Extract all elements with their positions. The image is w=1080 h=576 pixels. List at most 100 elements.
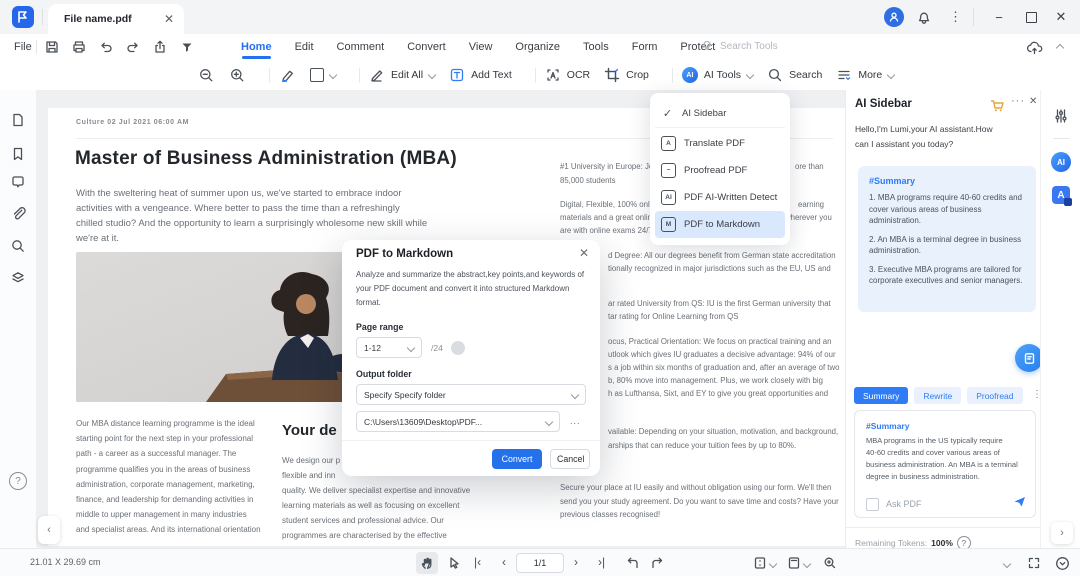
- page-layout-chevron-icon[interactable]: [802, 559, 812, 569]
- folder-path-select[interactable]: C:\Users\13609\Desktop\PDF...: [356, 411, 560, 432]
- ai-tools-button[interactable]: AI AI Tools: [681, 67, 755, 83]
- layers-panel-icon[interactable]: [10, 270, 26, 286]
- dropdown-menu-item[interactable]: AI PDF AI-Written Detect: [655, 184, 785, 211]
- cloud-upload-icon[interactable]: [1026, 40, 1043, 55]
- dialog-description: Analyze and summarize the abstract,key p…: [356, 270, 584, 312]
- scroll-mode-button[interactable]: [752, 555, 768, 571]
- share-icon[interactable]: [152, 39, 168, 55]
- document-tab[interactable]: File name.pdf ✕: [48, 4, 184, 34]
- file-menu[interactable]: File: [14, 41, 32, 53]
- dropdown-menu-item[interactable]: A Translate PDF: [655, 130, 785, 157]
- redo-icon[interactable]: [125, 39, 141, 55]
- dropdown-menu-item[interactable]: ~ Proofread PDF: [655, 157, 785, 184]
- dialog-close-icon[interactable]: ✕: [579, 246, 589, 260]
- ask-pdf-input[interactable]: Ask PDF: [886, 499, 1006, 509]
- menu-item[interactable]: Comment: [336, 37, 386, 57]
- edit-all-button[interactable]: Edit All: [369, 67, 437, 83]
- first-page-button[interactable]: |‹: [474, 555, 481, 569]
- translate-icon[interactable]: A: [1052, 186, 1072, 206]
- dropdown-menu-item[interactable]: M PDF to Markdown: [655, 211, 785, 238]
- search-tools[interactable]: Search Tools: [700, 39, 778, 53]
- rectangle-shape-icon: [310, 68, 324, 82]
- help-icon[interactable]: ?: [9, 472, 27, 490]
- ask-pdf-checkbox[interactable]: [866, 497, 879, 511]
- minimize-button[interactable]: −: [990, 8, 1008, 26]
- maximize-button[interactable]: [1022, 8, 1040, 26]
- output-folder-select[interactable]: Specify Specify folder: [356, 384, 586, 405]
- rotate-right-icon[interactable]: [650, 555, 666, 571]
- zoom-lens-icon[interactable]: [822, 555, 838, 571]
- tab-close-icon[interactable]: ✕: [164, 12, 174, 26]
- save-icon[interactable]: [44, 39, 60, 55]
- zoom-in-button[interactable]: [229, 67, 246, 84]
- dropdown-menu-item[interactable]: ✓ AI Sidebar: [655, 100, 785, 128]
- quick-access-filter-icon[interactable]: [179, 39, 195, 55]
- menu-item[interactable]: Edit: [294, 37, 315, 57]
- convert-button[interactable]: Convert: [492, 449, 542, 469]
- search-panel-icon[interactable]: [10, 238, 26, 254]
- hand-tool-button[interactable]: [416, 552, 438, 574]
- ai-quick-action-button[interactable]: [1015, 344, 1043, 372]
- zoom-presets-chevron-icon[interactable]: [1002, 559, 1012, 569]
- ai-tab[interactable]: Proofread: [967, 387, 1023, 404]
- crop-button[interactable]: Crop: [604, 67, 649, 83]
- search-button[interactable]: Search: [767, 67, 822, 83]
- more-button[interactable]: More: [836, 67, 896, 83]
- collapse-statusbar-icon[interactable]: [1054, 555, 1070, 571]
- summary-heading: #Summary: [869, 176, 916, 186]
- bookmarks-panel-icon[interactable]: [10, 146, 26, 162]
- select-tool-button[interactable]: [446, 555, 462, 571]
- undo-icon[interactable]: [98, 39, 114, 55]
- divider: [36, 40, 37, 54]
- highlighter-tool[interactable]: [279, 67, 296, 84]
- titlebar: File name.pdf ✕ ⋮ − ✕: [0, 0, 1080, 34]
- text-line: degree in business administration.: [866, 472, 980, 481]
- zoom-out-button[interactable]: [198, 67, 215, 84]
- summary-item: 1. MBA programs require 40-60 credits an…: [869, 193, 1022, 225]
- print-icon[interactable]: [71, 39, 87, 55]
- user-avatar[interactable]: [884, 7, 904, 27]
- scroll-mode-chevron-icon[interactable]: [768, 559, 778, 569]
- close-window-button[interactable]: ✕: [1052, 8, 1070, 26]
- text-line: Our MBA distance learning programme is t…: [76, 419, 255, 428]
- ai-tab[interactable]: Summary: [854, 387, 909, 404]
- thumbnails-panel-icon[interactable]: [10, 112, 26, 128]
- page-range-select[interactable]: 1-12: [356, 337, 422, 358]
- shape-tool[interactable]: [310, 68, 338, 82]
- left-panel-rail: ?: [0, 90, 37, 548]
- page-number-input[interactable]: 1/1: [516, 553, 564, 573]
- sidebar-more-icon[interactable]: ···: [1011, 95, 1025, 107]
- app-logo-icon[interactable]: [12, 6, 34, 28]
- menu-item[interactable]: Tools: [582, 37, 610, 57]
- more-options-icon[interactable]: ⋮: [949, 9, 962, 25]
- collapse-toolbar-icon[interactable]: [1055, 43, 1065, 52]
- cart-icon[interactable]: [990, 99, 1005, 113]
- comments-panel-icon[interactable]: [10, 174, 26, 190]
- menu-item[interactable]: Form: [631, 37, 659, 57]
- collapse-left-panel-button[interactable]: ‹: [38, 516, 60, 544]
- ocr-button[interactable]: OCR: [545, 67, 590, 83]
- menu-item[interactable]: Organize: [514, 37, 561, 57]
- properties-sliders-icon[interactable]: [1053, 108, 1069, 124]
- more-label: More: [858, 69, 883, 81]
- menu-item[interactable]: Home: [240, 37, 273, 59]
- ai-tab[interactable]: Rewrite: [914, 387, 962, 404]
- previous-page-button[interactable]: ‹: [502, 555, 506, 569]
- rotate-left-icon[interactable]: [624, 555, 640, 571]
- add-text-button[interactable]: Add Text: [449, 67, 512, 83]
- notifications-bell-icon[interactable]: [916, 9, 932, 25]
- expand-right-panel-button[interactable]: ›: [1051, 522, 1073, 544]
- fullscreen-icon[interactable]: [1026, 555, 1042, 571]
- cancel-button[interactable]: Cancel: [550, 449, 590, 469]
- menu-item[interactable]: View: [468, 37, 494, 57]
- browse-folder-button[interactable]: ...: [570, 416, 581, 426]
- page-layout-button[interactable]: [786, 555, 802, 571]
- sidebar-close-icon[interactable]: ✕: [1029, 96, 1037, 107]
- last-page-button[interactable]: ›|: [598, 555, 605, 569]
- menu-item[interactable]: Convert: [406, 37, 447, 57]
- send-icon[interactable]: [1013, 495, 1026, 513]
- ai-sidebar-icon[interactable]: AI: [1051, 152, 1071, 172]
- next-page-button[interactable]: ›: [574, 555, 578, 569]
- attachments-panel-icon[interactable]: [10, 206, 26, 222]
- ai-tools-label: AI Tools: [703, 69, 742, 81]
